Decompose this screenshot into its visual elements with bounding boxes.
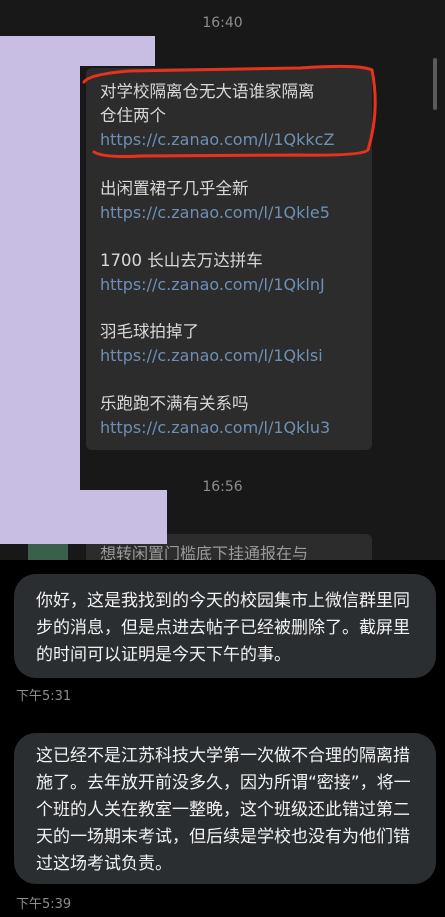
scrollbar[interactable] xyxy=(433,58,437,110)
chat-message-bubble[interactable]: 这已经不是江苏科技大学第一次做不合理的隔离措施了。去年放开前没多久，因为所谓“密… xyxy=(14,733,436,884)
embedded-screenshot: 16:40 对学校隔离仓无大语谁家隔离 仓住两个 https://c.zanao… xyxy=(0,0,445,560)
message-timestamp: 下午5:31 xyxy=(16,689,72,704)
post-item-5: 乐跑跑不满有关系吗 https://c.zanao.com/l/1Qklu3 xyxy=(100,392,330,440)
post-link: https://c.zanao.com/l/1Qkle5 xyxy=(100,203,330,222)
redaction-block xyxy=(0,36,155,66)
post-title: 乐跑跑不满有关系吗 xyxy=(100,394,249,413)
redaction-block xyxy=(0,490,167,544)
post-title: 羽毛球拍掉了 xyxy=(100,322,199,341)
chat-message-bubble[interactable]: 你好，这是我找到的今天的校园集市上微信群里同步的消息，但是点进去帖子已经被删除了… xyxy=(14,574,436,678)
post-link: https://c.zanao.com/l/1QklnJ xyxy=(100,275,325,294)
redaction-block xyxy=(0,36,80,544)
post-link: https://c.zanao.com/l/1Qklu3 xyxy=(100,418,331,437)
post-item-3: 1700 长山去万达拼车 https://c.zanao.com/l/1Qkln… xyxy=(100,249,325,297)
post-link: https://c.zanao.com/l/1Qklsi xyxy=(100,346,323,365)
message-timestamp: 下午5:39 xyxy=(16,897,72,912)
post-item-4: 羽毛球拍掉了 https://c.zanao.com/l/1Qklsi xyxy=(100,320,323,368)
post-title: 1700 长山去万达拼车 xyxy=(100,251,263,270)
